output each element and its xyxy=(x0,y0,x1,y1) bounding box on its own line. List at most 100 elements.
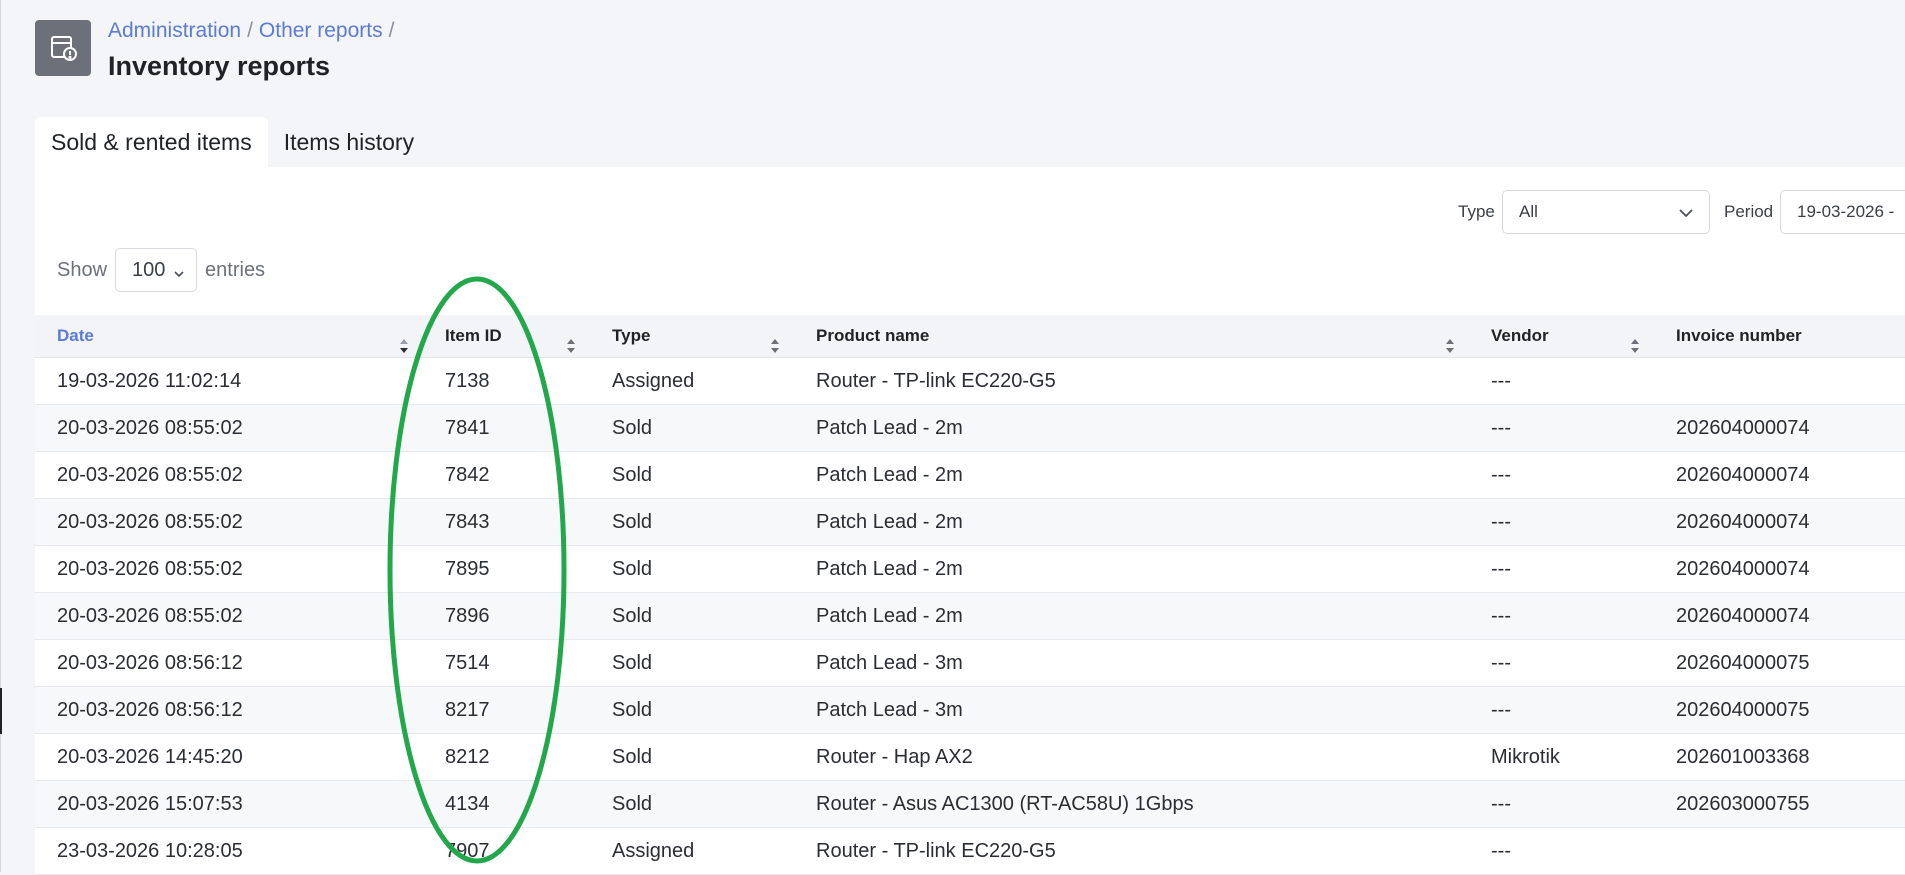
cell-item-id: 7896 xyxy=(445,604,490,627)
type-filter-select[interactable]: All xyxy=(1502,190,1710,234)
cell-vendor: --- xyxy=(1491,369,1511,392)
cell-product-name: Router - TP-link EC220-G5 xyxy=(816,369,1056,392)
cell-date: 23-03-2026 10:28:05 xyxy=(57,839,243,862)
cell-type: Sold xyxy=(612,604,653,627)
cell-product-name: Router - Hap AX2 xyxy=(816,745,973,768)
cell-type: Sold xyxy=(612,651,653,674)
table-row: 20-03-2026 08:56:12 7514 Sold Patch Lead - … xyxy=(35,640,1905,687)
cell-item-id: 7514 xyxy=(445,651,490,674)
cell-date: 20-03-2026 08:56:12 xyxy=(57,698,243,721)
breadcrumb-link-other-reports[interactable]: Other reports xyxy=(259,19,383,42)
report-tabs: Sold & rented items Items history xyxy=(35,117,430,167)
cell-vendor: --- xyxy=(1491,463,1511,486)
cell-date: 20-03-2026 15:07:53 xyxy=(57,792,243,815)
cell-date: 20-03-2026 08:55:02 xyxy=(57,463,243,486)
table-body: 19-03-2026 11:02:14 7138 Assigned Router - … xyxy=(35,358,1905,875)
cell-product-name: Patch Lead - 3m xyxy=(816,651,963,674)
table-row: 20-03-2026 15:07:53 4134 Sold Router - Asus… xyxy=(35,781,1905,828)
type-filter-label: Type xyxy=(1458,202,1495,221)
cell-vendor: --- xyxy=(1491,416,1511,439)
cell-invoice-number: 202604000074 xyxy=(1676,463,1810,486)
cell-type: Assigned xyxy=(612,369,695,392)
cell-type: Sold xyxy=(612,698,653,721)
column-header-date[interactable]: Date xyxy=(35,315,423,357)
table-row: 20-03-2026 08:55:02 7895 Sold Patch Lead - … xyxy=(35,546,1905,593)
column-header-type[interactable]: Type xyxy=(590,315,794,357)
cell-vendor: --- xyxy=(1491,604,1511,627)
cell-type: Sold xyxy=(612,510,653,533)
cell-date: 20-03-2026 08:56:12 xyxy=(57,651,243,674)
period-filter-input[interactable]: 19-03-2026 - xyxy=(1780,190,1905,234)
window-edge-marker xyxy=(0,688,2,734)
cell-vendor: --- xyxy=(1491,557,1511,580)
cell-vendor: --- xyxy=(1491,510,1511,533)
table-row: 20-03-2026 08:55:02 7843 Sold Patch Lead - … xyxy=(35,499,1905,546)
breadcrumb-separator: / xyxy=(247,19,253,42)
entries-length-select[interactable]: 100 xyxy=(115,248,198,292)
cell-item-id: 7843 xyxy=(445,510,490,533)
sort-arrows-icon xyxy=(1630,328,1640,370)
cell-type: Sold xyxy=(612,792,653,815)
table-header-row: Date Item ID Type Product name Vendor In… xyxy=(35,315,1905,358)
cell-type: Assigned xyxy=(612,839,695,862)
period-filter-value: 19-03-2026 - xyxy=(1797,202,1895,221)
cell-invoice-number: 202604000074 xyxy=(1676,557,1810,580)
cell-date: 20-03-2026 08:55:02 xyxy=(57,604,243,627)
table-row: 20-03-2026 08:55:02 7842 Sold Patch Lead - … xyxy=(35,452,1905,499)
cell-vendor: --- xyxy=(1491,792,1511,815)
table-row: 23-03-2026 10:28:05 7907 Assigned Router - … xyxy=(35,828,1905,875)
show-label: Show xyxy=(57,258,108,281)
column-header-invoice-number[interactable]: Invoice number xyxy=(1654,315,1905,357)
cell-product-name: Patch Lead - 2m xyxy=(816,463,963,486)
cell-invoice-number: 202604000074 xyxy=(1676,510,1810,533)
column-header-vendor[interactable]: Vendor xyxy=(1469,315,1654,357)
cell-vendor: Mikrotik xyxy=(1491,745,1560,768)
period-filter-label: Period xyxy=(1724,202,1774,221)
cell-date: 20-03-2026 08:55:02 xyxy=(57,416,243,439)
table-row: 20-03-2026 08:55:02 7841 Sold Patch Lead - … xyxy=(35,405,1905,452)
cell-item-id: 7841 xyxy=(445,416,490,439)
cell-product-name: Patch Lead - 3m xyxy=(816,698,963,721)
breadcrumb-separator: / xyxy=(388,19,395,42)
sort-arrows-icon xyxy=(566,328,576,370)
cell-invoice-number: 202604000075 xyxy=(1676,651,1810,674)
cell-product-name: Patch Lead - 2m xyxy=(816,416,963,439)
column-header-label: Invoice number xyxy=(1676,326,1802,345)
cell-item-id: 7907 xyxy=(445,839,490,862)
cell-item-id: 4134 xyxy=(445,792,490,815)
cell-item-id: 8212 xyxy=(445,745,490,768)
column-header-label: Date xyxy=(57,326,94,345)
inventory-report-icon xyxy=(35,20,91,76)
cell-type: Sold xyxy=(612,463,653,486)
cell-item-id: 8217 xyxy=(445,698,490,721)
table-row: 19-03-2026 11:02:14 7138 Assigned Router - … xyxy=(35,358,1905,405)
chevron-down-icon xyxy=(172,264,186,287)
tab-items-history[interactable]: Items history xyxy=(268,117,430,167)
entries-length-value: 100 xyxy=(132,258,166,281)
cell-invoice-number: 202604000074 xyxy=(1676,604,1810,627)
entries-length-control: Show 100 entries xyxy=(57,248,265,292)
cell-product-name: Patch Lead - 2m xyxy=(816,604,963,627)
report-panel: Type All Period 19-03-2026 - Show 100 en… xyxy=(35,167,1905,875)
type-filter-value: All xyxy=(1519,202,1538,221)
cell-invoice-number: 202601003368 xyxy=(1676,745,1810,768)
page-header: Administration / Other reports / Inventory … xyxy=(35,20,400,81)
chevron-down-icon xyxy=(1677,204,1695,227)
sort-arrows-icon xyxy=(399,328,409,370)
sort-arrows-icon xyxy=(1445,328,1455,370)
breadcrumb-link-administration[interactable]: Administration xyxy=(108,19,241,42)
cell-product-name: Patch Lead - 2m xyxy=(816,557,963,580)
entries-label: entries xyxy=(205,258,266,281)
tab-sold-rented-items[interactable]: Sold & rented items xyxy=(35,117,268,167)
column-header-label: Type xyxy=(612,326,651,345)
cell-vendor: --- xyxy=(1491,839,1511,862)
cell-type: Sold xyxy=(612,557,653,580)
cell-type: Sold xyxy=(612,745,653,768)
cell-vendor: --- xyxy=(1491,651,1511,674)
table-row: 20-03-2026 14:45:20 8212 Sold Router - Hap … xyxy=(35,734,1905,781)
table-row: 20-03-2026 08:55:02 7896 Sold Patch Lead - … xyxy=(35,593,1905,640)
column-header-product-name[interactable]: Product name xyxy=(794,315,1469,357)
column-header-label: Product name xyxy=(816,326,930,345)
cell-invoice-number: 202604000075 xyxy=(1676,698,1810,721)
column-header-item-id[interactable]: Item ID xyxy=(423,315,590,357)
